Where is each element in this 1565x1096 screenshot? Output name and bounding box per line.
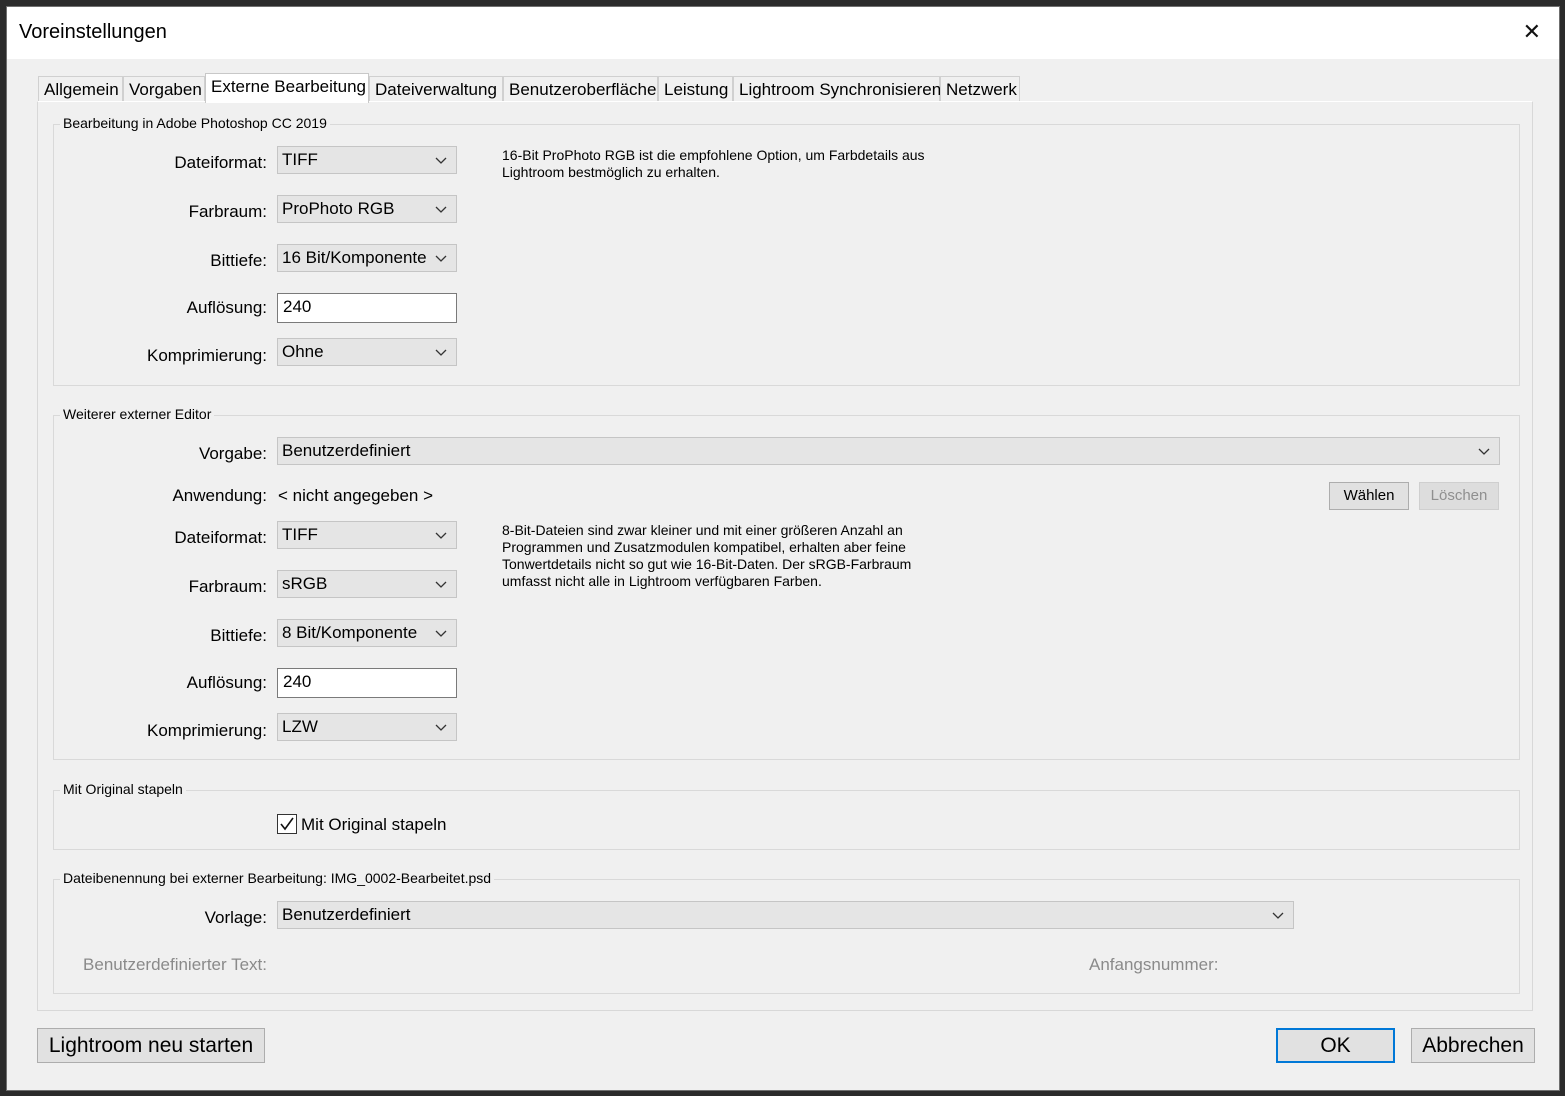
chevron-down-icon bbox=[435, 581, 447, 588]
cancel-button[interactable]: Abbrechen bbox=[1411, 1028, 1535, 1063]
chevron-down-icon bbox=[435, 724, 447, 731]
photoshop-farbraum-select[interactable]: ProPhoto RGB bbox=[277, 195, 457, 223]
tab-panel-externe-bearbeitung: Bearbeitung in Adobe Photoshop CC 2019 D… bbox=[37, 101, 1533, 1011]
tab-vorgaben[interactable]: Vorgaben bbox=[123, 76, 205, 102]
stack-with-original-label[interactable]: Mit Original stapeln bbox=[301, 815, 447, 835]
aufloesung-label: Auflösung: bbox=[186, 298, 267, 317]
chevron-down-icon bbox=[435, 206, 447, 213]
close-icon[interactable]: ✕ bbox=[1523, 21, 1541, 43]
chevron-down-icon bbox=[1478, 448, 1490, 455]
extern-bittiefe-select[interactable]: 8 Bit/Komponente bbox=[277, 619, 457, 647]
tab-lightroom-synchronisieren[interactable]: Lightroom Synchronisieren bbox=[733, 76, 941, 102]
chevron-down-icon bbox=[435, 630, 447, 637]
custom-text-label: Benutzerdefinierter Text: bbox=[83, 955, 267, 974]
photoshop-bittiefe-select[interactable]: 16 Bit/Komponente bbox=[277, 244, 457, 272]
photoshop-komprimierung-select[interactable]: Ohne bbox=[277, 338, 457, 366]
stack-group: Mit Original stapeln Mit Original stapel… bbox=[53, 781, 1520, 850]
stack-group-legend: Mit Original stapeln bbox=[60, 781, 186, 797]
dateiformat-label: Dateiformat: bbox=[174, 153, 267, 172]
select-value: 16 Bit/Komponente bbox=[282, 248, 427, 267]
file-naming-group-legend: Dateibenennung bei externer Bearbeitung:… bbox=[60, 870, 495, 886]
extern-komprimierung-select[interactable]: LZW bbox=[277, 713, 457, 741]
external-editor-group: Weiterer externer Editor Vorgabe: Benutz… bbox=[53, 406, 1520, 760]
tab-benutzeroberflaeche[interactable]: Benutzeroberfläche bbox=[503, 76, 658, 102]
select-value: ProPhoto RGB bbox=[282, 199, 395, 218]
select-value: Benutzerdefiniert bbox=[282, 905, 411, 924]
photoshop-group-legend: Bearbeitung in Adobe Photoshop CC 2019 bbox=[60, 115, 330, 131]
ok-button[interactable]: OK bbox=[1276, 1028, 1395, 1063]
chevron-down-icon bbox=[435, 349, 447, 356]
select-value: Ohne bbox=[282, 342, 324, 361]
anwendung-value: < nicht angegeben > bbox=[278, 486, 434, 505]
anwendung-label: Anwendung: bbox=[172, 486, 267, 505]
komprimierung-label: Komprimierung: bbox=[147, 346, 267, 365]
vorlage-select[interactable]: Benutzerdefiniert bbox=[277, 901, 1294, 929]
vorlage-label: Vorlage: bbox=[204, 908, 267, 927]
dateiformat-label: Dateiformat: bbox=[174, 528, 267, 547]
komprimierung-label: Komprimierung: bbox=[147, 721, 267, 740]
chevron-down-icon bbox=[435, 157, 447, 164]
external-editor-group-legend: Weiterer externer Editor bbox=[60, 406, 215, 422]
extern-hint-text: 8-Bit-Dateien sind zwar kleiner und mit … bbox=[502, 522, 912, 589]
file-naming-group: Dateibenennung bei externer Bearbeitung:… bbox=[53, 870, 1520, 994]
photoshop-group: Bearbeitung in Adobe Photoshop CC 2019 D… bbox=[53, 115, 1520, 386]
start-number-label: Anfangsnummer: bbox=[1089, 955, 1219, 974]
tab-externe-bearbeitung[interactable]: Externe Bearbeitung bbox=[205, 73, 369, 103]
tab-dateiverwaltung[interactable]: Dateiverwaltung bbox=[369, 76, 503, 102]
chevron-down-icon bbox=[1272, 912, 1284, 919]
window-title: Voreinstellungen bbox=[19, 21, 167, 43]
photoshop-aufloesung-input[interactable]: 240 bbox=[277, 293, 457, 323]
photoshop-hint-text: 16-Bit ProPhoto RGB ist die empfohlene O… bbox=[502, 147, 925, 180]
title-bar: Voreinstellungen ✕ bbox=[7, 7, 1559, 59]
preferences-dialog: Voreinstellungen ✕ Allgemein Vorgaben Ex… bbox=[6, 6, 1560, 1091]
extern-farbraum-select[interactable]: sRGB bbox=[277, 570, 457, 598]
select-value: sRGB bbox=[282, 574, 328, 593]
tab-leistung[interactable]: Leistung bbox=[658, 76, 733, 102]
tab-allgemein[interactable]: Allgemein bbox=[38, 76, 123, 102]
extern-vorgabe-select[interactable]: Benutzerdefiniert bbox=[277, 437, 1500, 465]
select-value: TIFF bbox=[282, 525, 318, 544]
farbraum-label: Farbraum: bbox=[188, 202, 267, 221]
select-value: 8 Bit/Komponente bbox=[282, 623, 418, 642]
extern-aufloesung-input[interactable]: 240 bbox=[277, 668, 457, 698]
farbraum-label: Farbraum: bbox=[188, 577, 267, 596]
waehlen-button[interactable]: Wählen bbox=[1329, 482, 1409, 510]
stack-with-original-checkbox[interactable] bbox=[277, 814, 297, 834]
aufloesung-label: Auflösung: bbox=[186, 673, 267, 692]
extern-dateiformat-select[interactable]: TIFF bbox=[277, 521, 457, 549]
loeschen-button[interactable]: Löschen bbox=[1419, 482, 1499, 510]
chevron-down-icon bbox=[435, 255, 447, 262]
bittiefe-label: Bittiefe: bbox=[210, 251, 267, 270]
vorgabe-label: Vorgabe: bbox=[198, 444, 267, 463]
chevron-down-icon bbox=[435, 532, 447, 539]
checkmark-icon bbox=[280, 817, 294, 831]
photoshop-dateiformat-select[interactable]: TIFF bbox=[277, 146, 457, 174]
select-value: TIFF bbox=[282, 150, 318, 169]
tab-netzwerk[interactable]: Netzwerk bbox=[940, 76, 1020, 102]
select-value: LZW bbox=[282, 717, 318, 736]
select-value: Benutzerdefiniert bbox=[282, 441, 411, 460]
restart-lightroom-button[interactable]: Lightroom neu starten bbox=[37, 1028, 265, 1063]
bittiefe-label: Bittiefe: bbox=[210, 626, 267, 645]
